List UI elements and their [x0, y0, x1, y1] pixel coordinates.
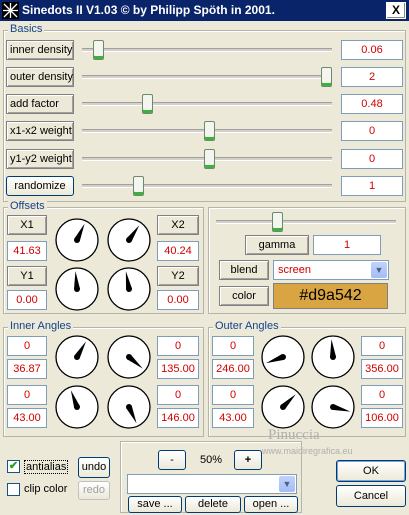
y1-value[interactable]: 0.00	[7, 290, 47, 310]
basics-row-label: outer density	[6, 67, 74, 87]
undo-button[interactable]: undo	[78, 457, 110, 478]
basics-slider[interactable]	[82, 48, 332, 52]
zoom-plus-button[interactable]: +	[234, 450, 262, 470]
dial-knob-icon[interactable]	[308, 383, 358, 431]
outer-a2[interactable]: 246.00	[212, 359, 254, 379]
dial-knob-icon[interactable]	[52, 216, 102, 264]
blend-select-value: screen	[278, 264, 312, 276]
plugin-window: Sinedots II V1.03 © by Philipp Spöth in …	[0, 0, 409, 515]
inner-b3[interactable]: 0	[157, 385, 199, 405]
chevron-down-icon[interactable]: ▼	[279, 476, 295, 492]
randomize-button[interactable]: randomize	[6, 176, 74, 196]
gamma-value[interactable]: 1	[313, 235, 381, 255]
outer-a1[interactable]: 0	[212, 336, 254, 356]
preset-select[interactable]: ▼	[127, 474, 297, 494]
outer-b1[interactable]: 0	[212, 385, 254, 405]
y2-value[interactable]: 0.00	[157, 290, 199, 310]
basics-slider[interactable]	[82, 184, 332, 188]
outer-a4[interactable]: 356.00	[361, 359, 403, 379]
basics-slider-thumb[interactable]	[321, 67, 332, 87]
basics-slider-thumb[interactable]	[142, 94, 154, 114]
basics-row-value[interactable]: 1	[341, 176, 403, 196]
inner-angles-label: Inner Angles	[8, 320, 74, 332]
basics-slider-thumb[interactable]	[93, 40, 105, 60]
delete-button[interactable]: delete	[185, 496, 241, 513]
color-swatch[interactable]: #d9a542	[273, 283, 388, 309]
antialias-label: antialias	[24, 460, 69, 474]
dial-knob-icon[interactable]	[52, 265, 102, 313]
outer-b3[interactable]: 0	[361, 385, 403, 405]
inner-a4[interactable]: 135.00	[157, 359, 199, 379]
inner-a3[interactable]: 0	[157, 336, 199, 356]
zoom-level: 50%	[200, 454, 223, 466]
clip-color-checkbox[interactable]	[7, 483, 20, 496]
dial-knob-icon[interactable]	[52, 333, 102, 381]
open-button[interactable]: open ...	[244, 496, 298, 513]
redo-button[interactable]: redo	[78, 481, 110, 500]
dial-knob-icon[interactable]	[258, 383, 308, 431]
y1-label: Y1	[7, 266, 47, 286]
blend-label: blend	[219, 260, 269, 280]
outer-a3[interactable]: 0	[361, 336, 403, 356]
cancel-button[interactable]: Cancel	[336, 485, 406, 507]
outer-b2[interactable]: 43.00	[212, 408, 254, 428]
basics-row-value[interactable]: 0.48	[341, 94, 403, 114]
basics-row-value[interactable]: 0	[341, 121, 403, 141]
gamma-slider-thumb[interactable]	[272, 212, 283, 232]
gamma-label: gamma	[245, 235, 309, 255]
y2-label: Y2	[157, 266, 199, 286]
zoom-minus-button[interactable]: -	[158, 450, 186, 470]
dial-knob-icon[interactable]	[104, 333, 154, 381]
basics-row-label: inner density	[6, 40, 74, 60]
basics-slider[interactable]	[82, 102, 332, 106]
antialias-checkbox[interactable]: ✔	[7, 460, 20, 473]
inner-a2[interactable]: 36.87	[7, 359, 47, 379]
basics-row-label: y1-y2 weight	[6, 149, 74, 169]
basics-slider-thumb[interactable]	[133, 176, 144, 196]
blend-select[interactable]: screen ▼	[273, 260, 389, 280]
basics-slider[interactable]	[82, 75, 332, 79]
dial-knob-icon[interactable]	[52, 383, 102, 431]
basics-slider-thumb[interactable]	[203, 149, 215, 169]
dial-knob-icon[interactable]	[104, 216, 154, 264]
ok-button[interactable]: OK	[336, 460, 406, 482]
dial-knob-icon[interactable]	[104, 383, 154, 431]
title-bar: Sinedots II V1.03 © by Philipp Spöth in …	[0, 0, 409, 21]
gamma-slider[interactable]	[216, 220, 396, 224]
basics-row-value[interactable]: 2	[341, 67, 403, 87]
outer-angles-label: Outer Angles	[213, 320, 281, 332]
window-title: Sinedots II V1.03 © by Philipp Spöth in …	[22, 3, 275, 17]
inner-a1[interactable]: 0	[7, 336, 47, 356]
save-button[interactable]: save ...	[128, 496, 182, 513]
inner-b4[interactable]: 146.00	[157, 408, 199, 428]
inner-b1[interactable]: 0	[7, 385, 47, 405]
offsets-label: Offsets	[8, 200, 47, 212]
basics-label: Basics	[8, 23, 45, 35]
basics-row-label: x1-x2 weight	[6, 121, 74, 141]
basics-row-value[interactable]: 0	[341, 149, 403, 169]
close-button[interactable]: X	[386, 2, 406, 19]
chevron-down-icon[interactable]: ▼	[371, 262, 387, 278]
color-label: color	[219, 286, 269, 306]
x1-value[interactable]: 41.63	[7, 241, 47, 261]
basics-row-value[interactable]: 0.06	[341, 40, 403, 60]
basics-row-label: add factor	[6, 94, 74, 114]
watermark-title: Pinuccia	[268, 427, 320, 443]
x1-label: X1	[7, 215, 47, 235]
clip-color-label: clip color	[24, 483, 68, 495]
outer-b4[interactable]: 106.00	[361, 408, 403, 428]
basics-slider-thumb[interactable]	[203, 121, 215, 141]
x2-value[interactable]: 40.24	[157, 241, 199, 261]
x2-label: X2	[157, 215, 199, 235]
dial-knob-icon[interactable]	[104, 265, 154, 313]
dial-knob-icon[interactable]	[258, 333, 308, 381]
dial-knob-icon[interactable]	[308, 333, 358, 381]
app-icon	[2, 2, 19, 19]
watermark-url: www.maidiregrafica.eu	[262, 446, 353, 456]
inner-b2[interactable]: 43.00	[7, 408, 47, 428]
